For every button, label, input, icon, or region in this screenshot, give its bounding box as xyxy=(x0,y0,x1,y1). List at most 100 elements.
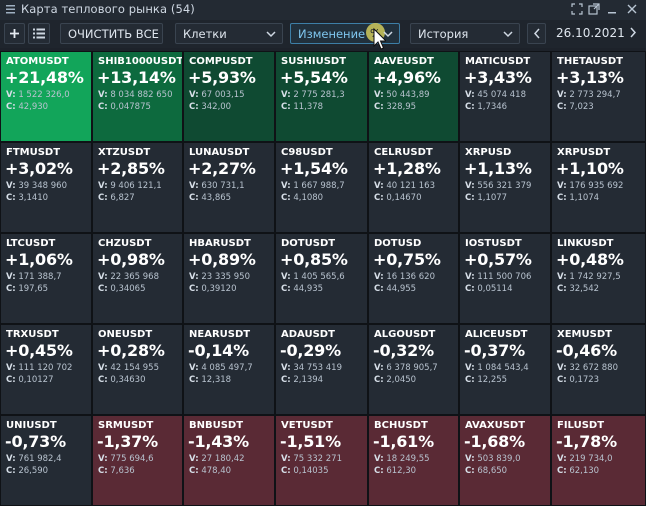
tile-volume: V: 40 121 163 xyxy=(374,181,435,191)
prev-date-button[interactable] xyxy=(527,23,546,44)
tile-change: +1,13% xyxy=(464,159,532,178)
heatmap-tile[interactable]: NEARUSDT -0,14% V: 4 085 497,7 C: 12,318 xyxy=(183,324,275,415)
heatmap-tile[interactable]: XRPUSDT +1,10% V: 176 935 692 C: 1,1074 xyxy=(551,142,646,233)
heatmap-tile[interactable]: BCHUSDT -1,61% V: 18 249,55 C: 612,30 xyxy=(368,415,459,506)
tile-close: C: 0,05114 xyxy=(465,284,513,294)
minimize-icon[interactable] xyxy=(606,3,618,15)
popout-icon[interactable] xyxy=(588,3,600,15)
heatmap-tile[interactable]: VETUSDT -1,51% V: 75 332 271 C: 0,14035 xyxy=(275,415,368,506)
heatmap-tile[interactable]: FTMUSDT +3,02% V: 39 348 960 C: 3,1410 xyxy=(0,142,92,233)
heatmap-tile[interactable]: ALICEUSDT -0,37% V: 1 084 543,4 C: 12,255 xyxy=(459,324,551,415)
heatmap-tile[interactable]: LUNAUSDT +2,27% V: 630 731,1 C: 43,865 xyxy=(183,142,275,233)
volume-value: 27 180,42 xyxy=(201,454,245,464)
metric-select[interactable]: Изменение % xyxy=(290,23,400,44)
metric-unit: % xyxy=(370,27,381,40)
close-value: 0,14035 xyxy=(293,466,329,476)
tile-symbol: FTMUSDT xyxy=(6,147,61,158)
tile-symbol: SRMUSDT xyxy=(98,420,154,431)
heatmap-tile[interactable]: CHZUSDT +0,98% V: 22 365 968 C: 0,34065 xyxy=(92,233,183,324)
volume-value: 8 034 882 650 xyxy=(110,90,173,100)
heatmap-tile[interactable]: DOTUSD +0,75% V: 16 136 620 C: 44,955 xyxy=(368,233,459,324)
close-value: 2,0450 xyxy=(386,375,417,385)
tile-volume: V: 27 180,42 xyxy=(189,454,245,464)
metric-select-value: Изменение xyxy=(298,27,366,41)
close-prefix: C: xyxy=(6,375,16,385)
close-prefix: C: xyxy=(557,375,567,385)
heatmap-tile[interactable]: AAVEUSDT +4,96% V: 50 443,89 C: 328,95 xyxy=(368,51,459,142)
tile-change: -0,29% xyxy=(280,341,341,360)
heatmap-tile[interactable]: IOSTUSDT +0,57% V: 111 500 706 C: 0,05114 xyxy=(459,233,551,324)
volume-prefix: V: xyxy=(465,454,475,464)
chevron-down-icon xyxy=(266,31,276,38)
close-prefix: C: xyxy=(98,193,108,203)
close-prefix: C: xyxy=(6,466,16,476)
heatmap-tile[interactable]: XTZUSDT +2,85% V: 9 406 121,1 C: 6,827 xyxy=(92,142,183,233)
heatmap-tile[interactable]: MATICUSDT +3,43% V: 45 074 418 C: 1,7346 xyxy=(459,51,551,142)
heatmap-tile[interactable]: CELRUSDT +1,28% V: 40 121 163 C: 0,14670 xyxy=(368,142,459,233)
next-date-button[interactable] xyxy=(624,23,642,44)
heatmap-tile[interactable]: SUSHIUSDT +5,54% V: 2 775 281,3 C: 11,378 xyxy=(275,51,368,142)
tile-change: +3,43% xyxy=(464,68,532,87)
tile-close: C: 12,318 xyxy=(189,375,231,385)
heatmap-tile[interactable]: BNBUSDT -1,43% V: 27 180,42 C: 478,40 xyxy=(183,415,275,506)
heatmap-tile[interactable]: FILUSDT -1,78% V: 219 734,0 C: 62,130 xyxy=(551,415,646,506)
close-value: 62,130 xyxy=(569,466,600,476)
view-select[interactable]: Клетки xyxy=(175,23,283,44)
volume-value: 1 084 543,4 xyxy=(477,363,529,373)
heatmap-tile[interactable]: XEMUSDT -0,46% V: 32 672 880 C: 0,1723 xyxy=(551,324,646,415)
heatmap-tile[interactable]: ALGOUSDT -0,32% V: 6 378 905,7 C: 2,0450 xyxy=(368,324,459,415)
tile-close: C: 44,935 xyxy=(281,284,323,294)
clear-all-button[interactable]: ОЧИСТИТЬ ВСЕ xyxy=(60,23,163,44)
heatmap-tile[interactable]: SHIB1000USDT +13,14% V: 8 034 882 650 C: 0,… xyxy=(92,51,183,142)
heatmap-tile[interactable]: UNIUSDT -0,73% V: 761 982,4 C: 26,590 xyxy=(0,415,92,506)
heatmap-tile[interactable]: LTCUSDT +1,06% V: 171 388,7 C: 197,65 xyxy=(0,233,92,324)
heatmap-tile[interactable]: SRMUSDT -1,37% V: 775 694,6 C: 7,636 xyxy=(92,415,183,506)
close-value: 44,935 xyxy=(293,284,324,294)
history-select[interactable]: История xyxy=(410,23,520,44)
menu-icon[interactable] xyxy=(6,5,15,14)
tile-change: +0,45% xyxy=(5,341,73,360)
close-prefix: C: xyxy=(189,102,199,112)
date-display[interactable]: 26.10.2021 xyxy=(550,23,625,44)
close-icon[interactable] xyxy=(626,3,638,15)
window-titlebar: Карта теплового рынка (54) xyxy=(0,0,646,21)
tile-volume: V: 42 154 955 xyxy=(98,363,159,373)
close-value: 4,1080 xyxy=(293,193,324,203)
add-button[interactable] xyxy=(4,23,25,44)
heatmap-tile[interactable]: TRXUSDT +0,45% V: 111 120 702 C: 0,10127 xyxy=(0,324,92,415)
list-view-button[interactable] xyxy=(28,23,50,44)
tile-symbol: XRPUSD xyxy=(465,147,512,158)
heatmap-tile[interactable]: XRPUSD +1,13% V: 556 321 379 C: 1,1077 xyxy=(459,142,551,233)
tile-symbol: SHIB1000USDT xyxy=(98,56,183,67)
volume-prefix: V: xyxy=(465,363,475,373)
tile-volume: V: 1 405 565,6 xyxy=(281,272,345,282)
close-prefix: C: xyxy=(557,193,567,203)
volume-value: 23 335 950 xyxy=(201,272,250,282)
list-icon xyxy=(33,28,45,39)
heatmap-tile[interactable]: ADAUSDT -0,29% V: 34 753 419 C: 2,1394 xyxy=(275,324,368,415)
tile-volume: V: 111 120 702 xyxy=(6,363,72,373)
volume-value: 50 443,89 xyxy=(386,90,430,100)
heatmap-tile[interactable]: ATOMUSDT +21,48% V: 1 522 326,0 C: 42,930 xyxy=(0,51,92,142)
heatmap-tile[interactable]: COMPUSDT +5,93% V: 67 003,15 C: 342,00 xyxy=(183,51,275,142)
close-prefix: C: xyxy=(465,193,475,203)
heatmap-tile[interactable]: LINKUSDT +0,48% V: 1 742 927,5 C: 32,542 xyxy=(551,233,646,324)
tile-change: +0,28% xyxy=(97,341,165,360)
close-prefix: C: xyxy=(374,466,384,476)
heatmap-tile[interactable]: HBARUSDT +0,89% V: 23 335 950 C: 0,39120 xyxy=(183,233,275,324)
close-value: 0,39120 xyxy=(201,284,237,294)
heatmap-tile[interactable]: DOTUSDT +0,85% V: 1 405 565,6 C: 44,935 xyxy=(275,233,368,324)
volume-prefix: V: xyxy=(189,272,199,282)
close-value: 68,650 xyxy=(477,466,508,476)
tile-volume: V: 32 672 880 xyxy=(557,363,618,373)
close-value: 0,34065 xyxy=(110,284,146,294)
tile-close: C: 2,0450 xyxy=(374,375,416,385)
tile-symbol: NEARUSDT xyxy=(189,329,251,340)
heatmap-tile[interactable]: THETAUSDT +3,13% V: 2 773 294,7 C: 7,023 xyxy=(551,51,646,142)
heatmap-tile[interactable]: AVAXUSDT -1,68% V: 503 839,0 C: 68,650 xyxy=(459,415,551,506)
heatmap-tile[interactable]: ONEUSDT +0,28% V: 42 154 955 C: 0,34630 xyxy=(92,324,183,415)
maximize-icon[interactable] xyxy=(571,3,583,15)
close-value: 2,1394 xyxy=(293,375,324,385)
heatmap-tile[interactable]: C98USDT +1,54% V: 1 667 988,7 C: 4,1080 xyxy=(275,142,368,233)
tile-symbol: ALICEUSDT xyxy=(465,329,528,340)
